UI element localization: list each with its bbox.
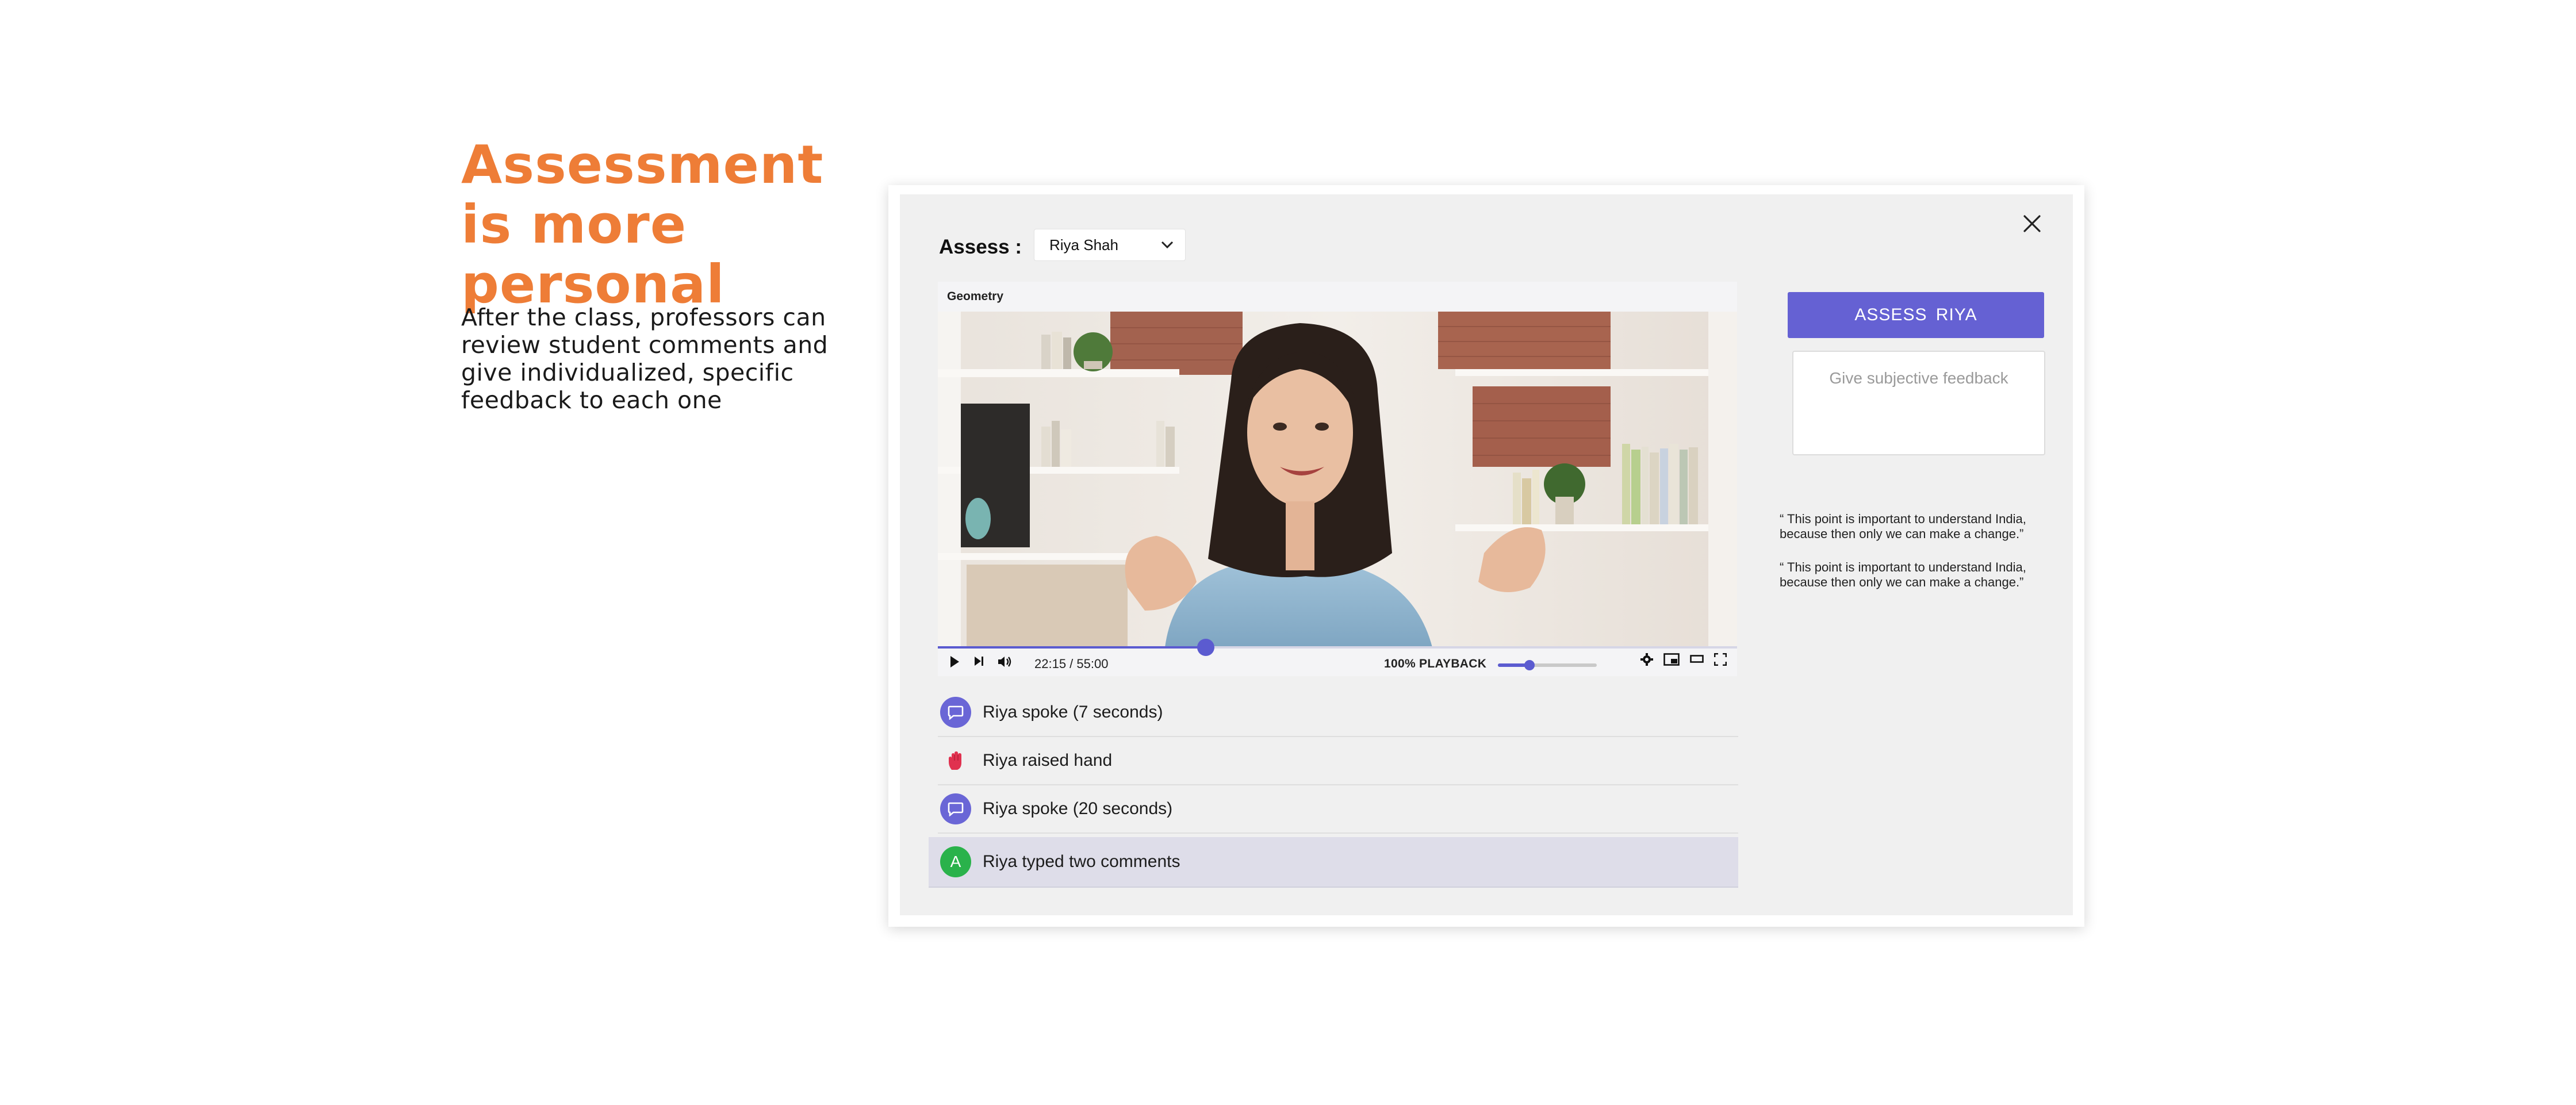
- theater-mode-icon: [1690, 655, 1704, 663]
- playback-speed-thumb[interactable]: [1524, 660, 1535, 670]
- time-display: 22:15 / 55:00: [1034, 657, 1109, 671]
- activity-label: Riya spoke (20 seconds): [983, 799, 1173, 818]
- play-button[interactable]: [949, 655, 960, 668]
- assess-student-button[interactable]: ASSESS RIYA: [1788, 292, 2044, 338]
- volume-button[interactable]: [998, 655, 1013, 668]
- speech-bubble-icon: [940, 793, 971, 824]
- video-player: Geometry 22:15 / 55:00 100% PLAYBACK: [938, 282, 1737, 676]
- picture-in-picture-icon: [1663, 653, 1680, 666]
- assessment-panel: Assess : Riya Shah Geometry 22:15 / 55:0…: [900, 194, 2073, 915]
- slide-headline: Assessment is more personal: [461, 134, 824, 315]
- video-thumbnail: [938, 312, 1737, 647]
- student-select-value: Riya Shah: [1049, 236, 1118, 254]
- raised-hand-icon: [940, 745, 971, 776]
- playback-speed-slider[interactable]: [1498, 660, 1597, 670]
- fullscreen-button[interactable]: [1714, 653, 1727, 666]
- activity-item[interactable]: Riya spoke (7 seconds): [938, 689, 1738, 737]
- activity-label: Riya spoke (7 seconds): [983, 703, 1163, 722]
- video-frame[interactable]: [938, 312, 1737, 647]
- video-title: Geometry: [947, 290, 1004, 303]
- video-controls: 22:15 / 55:00 100% PLAYBACK: [938, 650, 1737, 676]
- comment-quote: “ This point is important to understand …: [1780, 512, 2026, 541]
- video-progress-bar[interactable]: [938, 639, 1737, 656]
- activity-item[interactable]: Riya spoke (20 seconds): [938, 785, 1738, 834]
- comment-quote: “ This point is important to understand …: [1780, 560, 2026, 589]
- chevron-down-icon: [1161, 241, 1174, 249]
- playback-speed-label: 100% PLAYBACK: [1384, 657, 1487, 670]
- play-icon: [950, 656, 959, 667]
- fullscreen-icon: [1714, 653, 1727, 666]
- gear-icon: [1640, 653, 1653, 666]
- close-icon: [2023, 215, 2041, 232]
- activity-item-selected[interactable]: A Riya typed two comments: [929, 837, 1738, 888]
- theater-mode-button[interactable]: [1690, 654, 1704, 663]
- activity-label: Riya raised hand: [983, 751, 1113, 770]
- next-button[interactable]: [973, 655, 985, 667]
- settings-button[interactable]: [1640, 653, 1653, 666]
- slide-description: After the class, professors can review s…: [461, 304, 829, 414]
- skip-next-icon: [975, 657, 983, 666]
- miniplayer-button[interactable]: [1663, 653, 1680, 666]
- volume-icon: [998, 657, 1011, 667]
- activity-label: Riya typed two comments: [983, 852, 1180, 871]
- close-button[interactable]: [2018, 209, 2046, 238]
- activity-list: Riya spoke (7 seconds) Riya raised hand …: [929, 689, 1738, 888]
- speech-bubble-icon: [940, 697, 971, 728]
- typed-comment-icon: A: [940, 846, 971, 877]
- video-progress-fill: [938, 646, 1206, 649]
- assess-label: Assess :: [939, 236, 1022, 258]
- assessment-modal: Assess : Riya Shah Geometry 22:15 / 55:0…: [888, 185, 2084, 927]
- subjective-feedback-input[interactable]: [1792, 351, 2045, 455]
- student-select[interactable]: Riya Shah: [1034, 229, 1186, 261]
- activity-item[interactable]: Riya raised hand: [938, 737, 1738, 785]
